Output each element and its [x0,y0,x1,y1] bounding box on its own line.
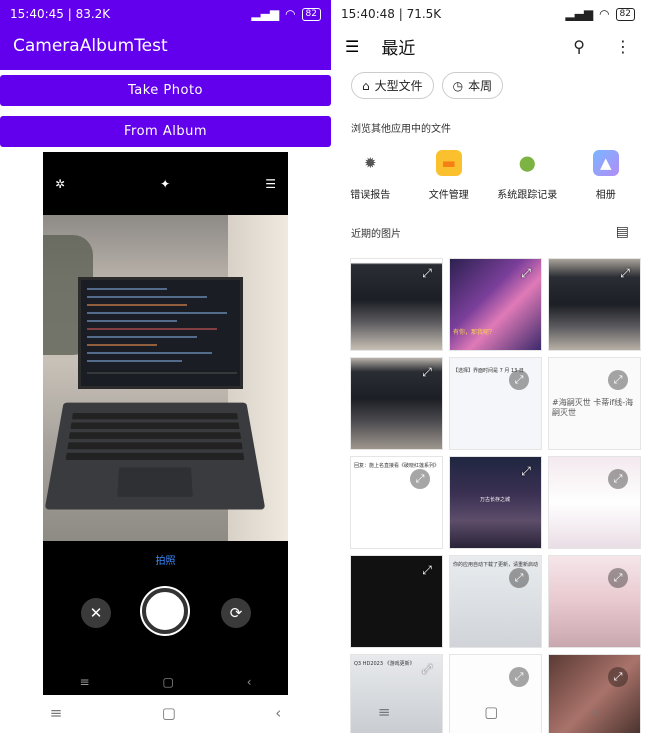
recent-images-grid: ⤢ ⤢ 有你，那我呢？ ⤢ ⤢ ⤢ 【选择】界面时间是 7 月 13 日 ⤢ #… [350,258,641,733]
picker-toolbar: ☰ 最近 ⚲ ⋮ [331,28,645,64]
tag-icon: ⌂ [362,78,370,93]
status-bar: 15:40:48 | 71.5K ▂▄▆ ◠ 82 [331,0,645,28]
expand-icon[interactable]: ⤢ [410,469,430,489]
camera-view: ✲ ✦ ☰ 拍照 ✕ ⟳ ≡ ▢ ‹ [43,152,288,695]
expand-icon[interactable]: ⤢ [616,264,634,282]
recents-icon[interactable]: ≡ [79,675,89,689]
image-thumbnail[interactable]: ⤢ [350,357,443,450]
file-picker-app: 15:40:48 | 71.5K ▂▄▆ ◠ 82 ☰ 最近 ⚲ ⋮ ⌂ 大型文… [331,0,645,733]
camera-preview: 1X [43,215,288,541]
image-thumbnail[interactable]: ⤢ 有你，那我呢？ [449,258,542,351]
search-icon[interactable]: ⚲ [573,37,585,56]
image-thumbnail[interactable]: ⤢ [548,654,641,733]
expand-icon[interactable]: ⤢ [418,264,436,282]
expand-icon[interactable]: ⤢ [608,667,628,687]
home-icon[interactable]: ▢ [162,675,173,689]
chip-this-week[interactable]: ◷ 本周 [441,72,504,99]
status-bar: 15:40:45 | 83.2K ▂▄▆ ◠ 82 [0,0,331,28]
cancel-button[interactable]: ✕ [81,598,111,628]
home-icon[interactable]: ▢ [484,703,498,721]
history-icon: ◷ [452,78,464,93]
more-options-icon[interactable]: ⋮ [615,37,631,56]
signal-icon: ▂▄▆ [251,7,280,21]
expand-icon[interactable]: ⤢ [608,370,628,390]
browse-other-apps-label: 浏览其他应用中的文件 [351,124,451,135]
battery-icon: 82 [615,7,635,21]
expand-icon[interactable]: ⤢ [418,561,436,579]
folder-icon: ▬ [435,150,462,176]
app-bar: 15:40:45 | 83.2K ▂▄▆ ◠ 82 CameraAlbumTes… [0,0,331,70]
expand-icon[interactable]: ⤢ [418,363,436,381]
status-time: 15:40:45 | 83.2K [10,7,111,21]
recent-images-label: 近期的图片 [351,229,401,240]
preview-laptop-screen [78,277,243,389]
app-bug-report[interactable]: ✹ 错误报告 [331,150,410,201]
other-apps-row: ✹ 错误报告 ▬ 文件管理 ⬤ 系统跟踪记录 ▲ 相册 [331,150,645,201]
app-file-manager[interactable]: ▬ 文件管理 [410,150,489,201]
battery-icon: 82 [301,7,321,21]
wifi-icon: ◠ [285,7,296,21]
hamburger-menu-icon[interactable]: ☰ [345,37,359,56]
system-nav-bar: ≡ ▢ ‹ [331,703,645,721]
shutter-button[interactable] [142,588,188,634]
image-thumbnail[interactable]: ⤢ [350,555,443,648]
camera-mode-label[interactable]: 拍照 [43,552,288,567]
image-thumbnail[interactable]: ⤢ [548,456,641,549]
expand-icon[interactable]: ⤢ [517,264,535,282]
gallery-icon: ▲ [592,150,619,176]
recents-icon[interactable]: ≡ [50,704,63,722]
app-system-tracing[interactable]: ⬤ 系统跟踪记录 [488,150,567,201]
back-icon[interactable]: ‹ [247,675,252,689]
back-icon[interactable]: ‹ [592,703,598,721]
filter-chips: ⌂ 大型文件 ◷ 本周 [351,72,504,99]
system-nav-bar: ≡ ▢ ‹ [0,704,331,722]
image-thumbnail[interactable]: ⤢ [350,258,443,351]
camera-top-bar: ✲ ✦ ☰ [43,152,288,215]
back-icon[interactable]: ‹ [275,704,281,722]
expand-icon[interactable]: ⤢ [509,667,529,687]
app-title: CameraAlbumTest [13,36,168,56]
from-album-button[interactable]: From Album [0,116,331,147]
status-time: 15:40:48 | 71.5K [341,7,442,21]
camera-controls: ✕ ⟳ [43,584,288,644]
image-thumbnail[interactable]: ⤢ 万古长存之城 [449,456,542,549]
expand-icon[interactable]: ⤢ [608,568,628,588]
switch-camera-button[interactable]: ⟳ [221,598,251,628]
expand-icon[interactable]: ⤢ [517,462,535,480]
home-icon[interactable]: ▢ [162,704,176,722]
image-thumbnail[interactable]: ⤢ 【选择】界面时间是 7 月 13 日 [449,357,542,450]
camera-album-app: 15:40:45 | 83.2K ▂▄▆ ◠ 82 CameraAlbumTes… [0,0,331,733]
expand-icon[interactable]: ⤢ [608,469,628,489]
recents-icon[interactable]: ≡ [378,703,391,721]
signal-icon: ▂▄▆ [565,7,594,21]
take-photo-button[interactable]: Take Photo [0,75,331,106]
chip-large-files[interactable]: ⌂ 大型文件 [351,72,434,99]
camera-nav-bar: ≡ ▢ ‹ [43,675,288,689]
magic-icon[interactable]: ✦ [160,177,170,191]
page-title: 最近 [381,38,416,59]
flash-off-icon[interactable]: ✲ [55,177,65,191]
list-view-icon[interactable]: ▤ [616,224,629,240]
image-thumbnail[interactable]: ⤢ Q3 HD2023 《游戏更新》 [350,654,443,733]
image-thumbnail[interactable]: ⤢ 回复：施上名直接看《破晓红莲系列》 [350,456,443,549]
image-thumbnail[interactable]: ⤢ [548,258,641,351]
image-thumbnail[interactable]: ⤢ 你的应用自动下载了更新，请重新启动 [449,555,542,648]
menu-icon[interactable]: ☰ [265,177,276,191]
preview-laptop-keyboard [44,402,266,510]
split-screen: 15:40:45 | 83.2K ▂▄▆ ◠ 82 CameraAlbumTes… [0,0,645,733]
wifi-icon: ◠ [599,7,610,21]
app-gallery[interactable]: ▲ 相册 [567,150,645,201]
image-thumbnail[interactable]: ⤢ #海嗣灭世 卡蒂if线-海嗣灭世 [548,357,641,450]
android-icon: ⬤ [518,154,536,172]
image-thumbnail[interactable]: ⤢ [548,555,641,648]
image-thumbnail[interactable]: ⤢ [449,654,542,733]
expand-icon[interactable]: ⤢ [509,568,529,588]
bug-icon: ✹ [363,154,377,172]
